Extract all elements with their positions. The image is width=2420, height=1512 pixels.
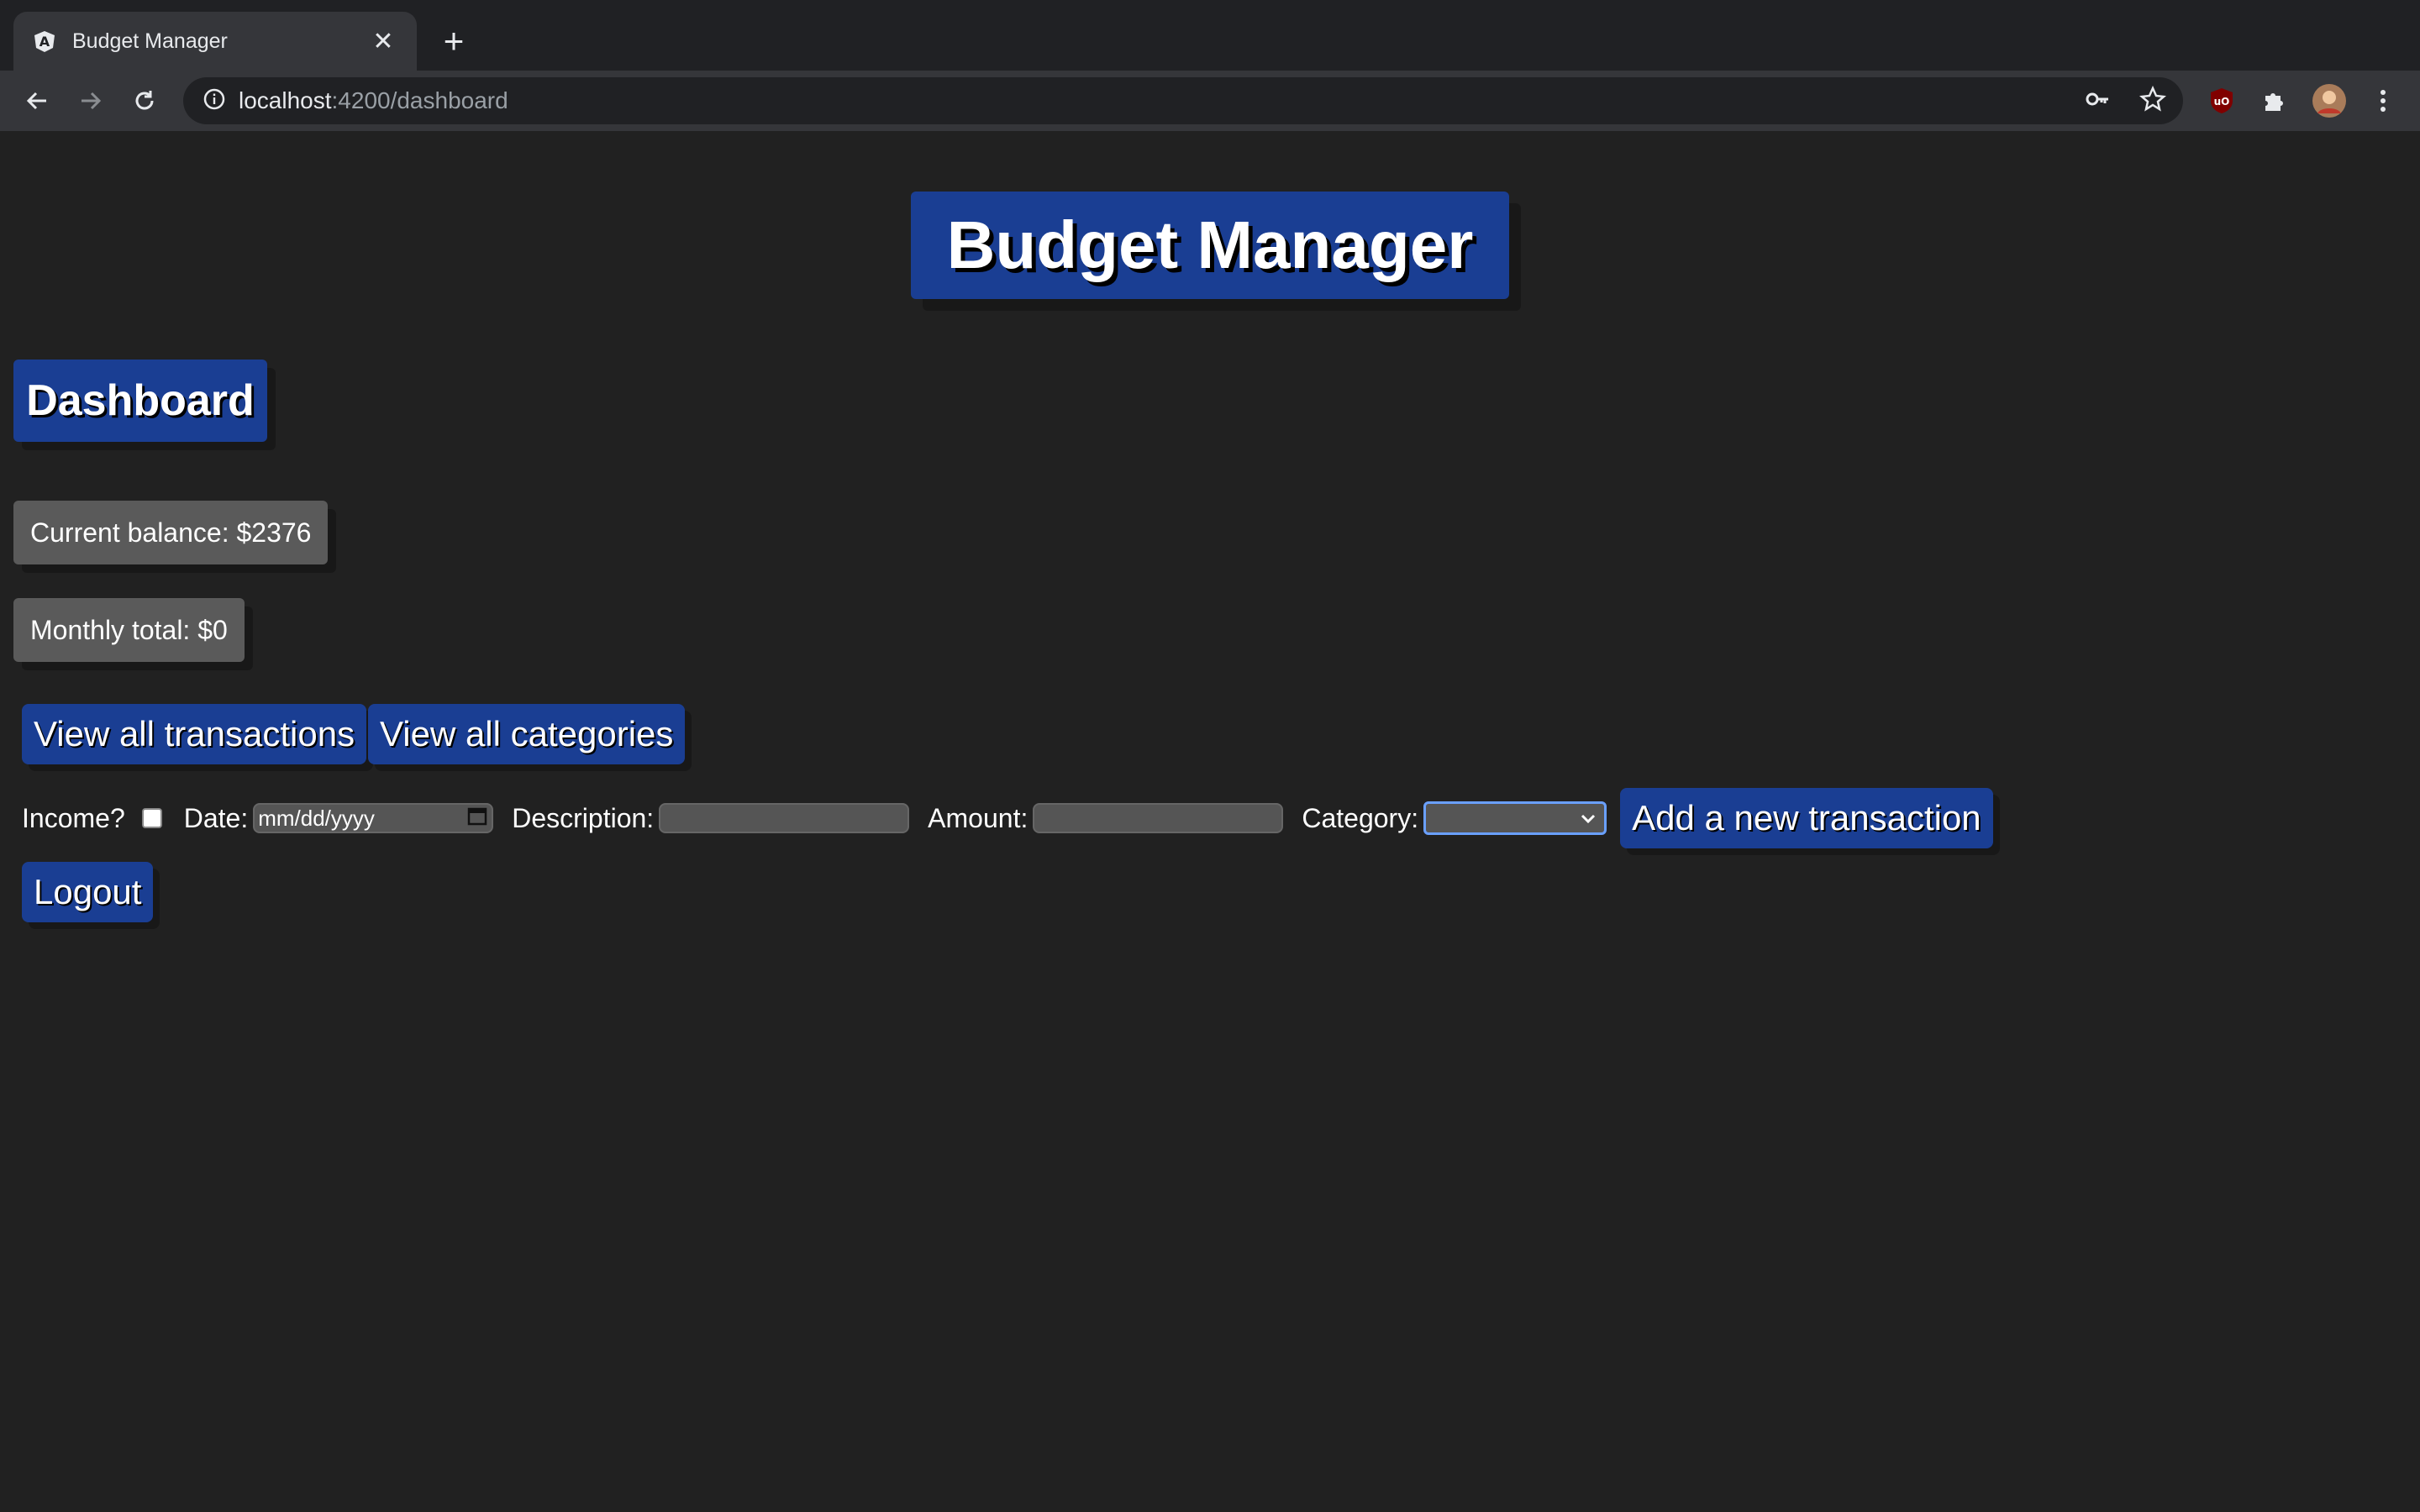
income-checkbox[interactable] (141, 808, 162, 828)
browser-toolbar: localhost:4200/dashboard uO (0, 71, 2420, 131)
app-title: Budget Manager (946, 207, 1474, 282)
site-info-icon[interactable] (203, 88, 225, 114)
angular-favicon-icon: A (32, 29, 57, 54)
description-input[interactable] (659, 803, 910, 833)
new-tab-button[interactable]: + (435, 20, 472, 62)
date-label: Date: (183, 802, 249, 833)
add-transaction-button[interactable]: Add a new transaction (1620, 788, 1993, 848)
category-select[interactable] (1423, 801, 1607, 835)
view-categories-button[interactable]: View all categories (368, 704, 686, 764)
current-balance: Current balance: $2376 (13, 501, 329, 564)
logout-button[interactable]: Logout (22, 862, 154, 922)
amount-label: Amount: (928, 802, 1028, 833)
tab-close-icon[interactable]: ✕ (368, 27, 398, 56)
reload-icon[interactable] (124, 81, 165, 121)
address-bar[interactable]: localhost:4200/dashboard (183, 77, 2183, 124)
profile-avatar[interactable] (2309, 81, 2349, 121)
page-content: Budget Manager Dashboard Current balance… (0, 131, 2420, 1512)
income-label: Income? (22, 802, 125, 833)
app-header: Budget Manager (911, 192, 1509, 299)
amount-input[interactable] (1033, 803, 1284, 833)
ublock-extension-icon[interactable]: uO (2202, 81, 2242, 121)
browser-tab[interactable]: A Budget Manager ✕ (13, 12, 417, 71)
browser-tabstrip: A Budget Manager ✕ + (0, 0, 2420, 71)
url-text: localhost:4200/dashboard (239, 87, 508, 113)
date-placeholder: mm/dd/yyyy (258, 805, 375, 831)
calendar-icon[interactable] (466, 805, 488, 832)
category-label: Category: (1302, 802, 1419, 833)
description-label: Description: (512, 802, 655, 833)
dashboard-title: Dashboard (26, 376, 255, 425)
bookmark-star-icon[interactable] (2139, 85, 2166, 117)
view-transactions-button[interactable]: View all transactions (22, 704, 367, 764)
tab-title: Budget Manager (72, 29, 228, 53)
dashboard-heading-box: Dashboard (13, 360, 267, 442)
svg-text:A: A (39, 34, 50, 50)
svg-text:uO: uO (2214, 96, 2230, 108)
forward-arrow-icon[interactable] (71, 81, 111, 121)
monthly-total: Monthly total: $0 (13, 598, 245, 662)
date-input[interactable]: mm/dd/yyyy (253, 803, 494, 833)
extensions-puzzle-icon[interactable] (2254, 81, 2294, 121)
back-arrow-icon[interactable] (17, 81, 57, 121)
browser-menu-icon[interactable] (2363, 81, 2403, 121)
new-transaction-form: Income? Date: mm/dd/yyyy Description: Am… (22, 788, 1993, 848)
chevron-down-icon (1579, 803, 1597, 834)
key-icon[interactable] (2084, 86, 2111, 117)
